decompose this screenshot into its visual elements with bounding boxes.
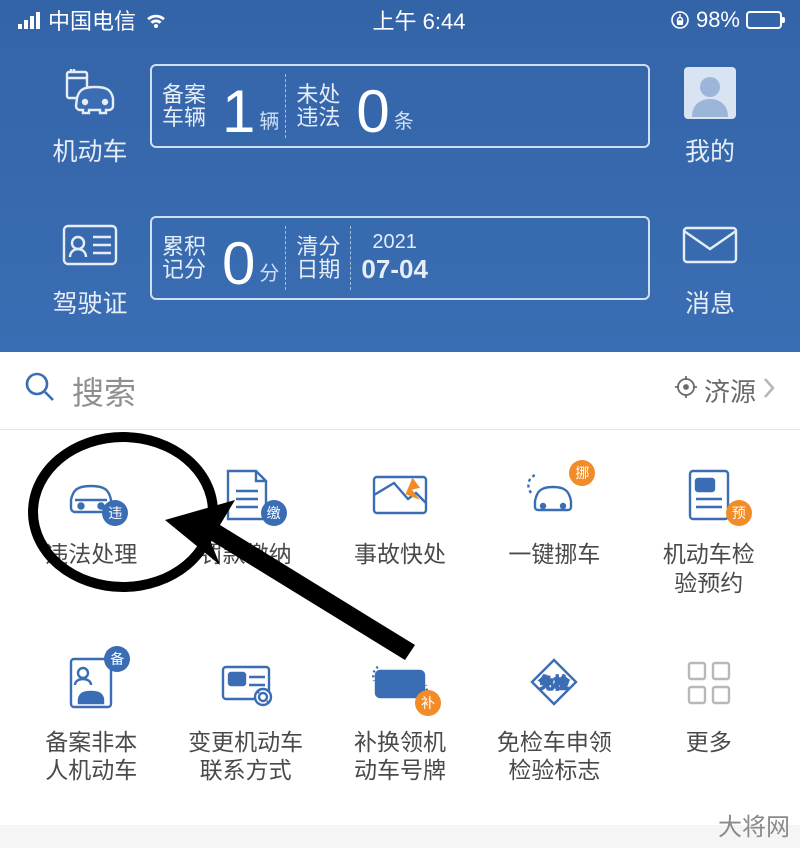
services-panel: 违违法处理缴罚款缴纳事故快处挪一键挪车预机动车检 验预约备备案非本 人机动车变更…	[0, 430, 800, 825]
carrier-label: 中国电信	[48, 4, 136, 36]
card-vehicles-val2: 0	[356, 77, 389, 146]
svc-payment[interactable]: 缴罚款缴纳	[168, 460, 322, 598]
svc-plate[interactable]: A·D4265补补换领机 动车号牌	[323, 648, 477, 786]
svc-violation[interactable]: 违违法处理	[14, 460, 168, 598]
svc-contact-label: 变更机动车 联系方式	[188, 728, 303, 786]
svc-payment-label: 罚款缴纳	[200, 540, 292, 569]
svc-accident-icon	[365, 460, 435, 530]
status-bar: 中国电信 上午 6:44 98%	[0, 0, 800, 40]
nav-license[interactable]: 驾驶证	[30, 216, 150, 320]
watermark: 大将网	[718, 807, 790, 842]
card-points-val1: 0	[222, 229, 255, 298]
card-points-unit1: 分	[259, 257, 279, 286]
card-points-seg1-l1: 累积	[162, 235, 206, 258]
svc-inspection-label: 机动车检 验预约	[663, 540, 755, 598]
svc-inspection-badge: 预	[726, 500, 752, 526]
svc-exempt-icon: 免检	[519, 648, 589, 718]
card-vehicles-unit2: 条	[394, 105, 414, 134]
car-icon	[61, 64, 119, 122]
target-icon	[674, 375, 698, 406]
signal-icon	[18, 11, 40, 29]
svc-contact-icon	[211, 648, 281, 718]
nav-messages-label: 消息	[685, 284, 735, 320]
svc-other-car-label: 备案非本 人机动车	[45, 728, 137, 786]
nav-messages[interactable]: 消息	[650, 216, 770, 320]
battery-icon	[746, 11, 782, 29]
svc-exempt-label: 免检车申领 检验标志	[497, 728, 612, 786]
nav-profile-label: 我的	[685, 132, 735, 168]
svc-plate-label: 补换领机 动车号牌	[354, 728, 446, 786]
battery-pct-label: 98%	[696, 7, 740, 33]
license-icon	[61, 216, 119, 274]
svg-text:免检: 免检	[539, 675, 569, 692]
search-bar[interactable]: 搜索 济源	[0, 352, 800, 430]
avatar-icon	[681, 64, 739, 122]
svg-text:A·D4265: A·D4265	[378, 680, 421, 692]
svc-inspection-icon: 预	[674, 460, 744, 530]
svc-other-car-icon: 备	[56, 648, 126, 718]
svc-plate-badge: 补	[415, 690, 441, 716]
card-points-seg2-l1: 清分	[296, 235, 340, 258]
svc-inspection[interactable]: 预机动车检 验预约	[632, 460, 786, 598]
card-vehicles-seg2-l2: 违法	[296, 106, 340, 129]
svc-other-car-badge: 备	[104, 646, 130, 672]
svc-accident[interactable]: 事故快处	[323, 460, 477, 598]
svc-exempt[interactable]: 免检免检车申领 检验标志	[477, 648, 631, 786]
card-points[interactable]: 累积记分 0分 清分日期 202107-04	[150, 216, 650, 300]
nav-vehicle-label: 机动车	[52, 132, 127, 168]
svc-payment-icon: 缴	[211, 460, 281, 530]
card-vehicles-val1: 1	[222, 77, 255, 146]
search-icon	[24, 371, 56, 411]
clock-label: 上午 6:44	[168, 4, 670, 36]
card-vehicles[interactable]: 备案车辆 1辆 未处违法 0条	[150, 64, 650, 148]
card-points-year: 2021	[361, 231, 428, 254]
svc-move-car-badge: 挪	[569, 460, 595, 486]
svc-other-car[interactable]: 备备案非本 人机动车	[14, 648, 168, 786]
nav-vehicle[interactable]: 机动车	[30, 64, 150, 168]
svc-violation-icon: 违	[56, 460, 126, 530]
svc-accident-label: 事故快处	[354, 540, 446, 569]
city-label: 济源	[704, 372, 756, 409]
nav-profile[interactable]: 我的	[650, 64, 770, 168]
card-vehicles-unit1: 辆	[259, 105, 279, 134]
svc-more-label: 更多	[686, 728, 732, 757]
envelope-icon	[681, 216, 739, 274]
card-points-seg2-l2: 日期	[296, 258, 340, 281]
nav-license-label: 驾驶证	[52, 284, 127, 320]
orientation-lock-icon	[670, 10, 690, 30]
city-picker[interactable]: 济源	[674, 372, 776, 409]
chevron-right-icon	[762, 375, 776, 406]
search-placeholder: 搜索	[72, 368, 136, 414]
svc-move-car-label: 一键挪车	[508, 540, 600, 569]
svc-plate-icon: A·D4265补	[365, 648, 435, 718]
card-vehicles-seg2-l1: 未处	[296, 83, 340, 106]
card-points-md: 07-04	[361, 254, 428, 285]
wifi-icon	[144, 10, 168, 30]
card-points-seg1-l2: 记分	[162, 258, 206, 281]
svc-move-car[interactable]: 挪一键挪车	[477, 460, 631, 598]
svc-more-icon	[674, 648, 744, 718]
card-vehicles-seg1-l1: 备案	[162, 83, 206, 106]
svc-move-car-icon: 挪	[519, 460, 589, 530]
svc-violation-label: 违法处理	[45, 540, 137, 569]
svc-violation-badge: 违	[102, 500, 128, 526]
svc-payment-badge: 缴	[261, 500, 287, 526]
card-vehicles-seg1-l2: 车辆	[162, 106, 206, 129]
svc-more[interactable]: 更多	[632, 648, 786, 786]
svc-contact[interactable]: 变更机动车 联系方式	[168, 648, 322, 786]
dashboard: 机动车 备案车辆 1辆 未处违法 0条 我的 驾驶证 累积记分 0分	[0, 40, 800, 352]
